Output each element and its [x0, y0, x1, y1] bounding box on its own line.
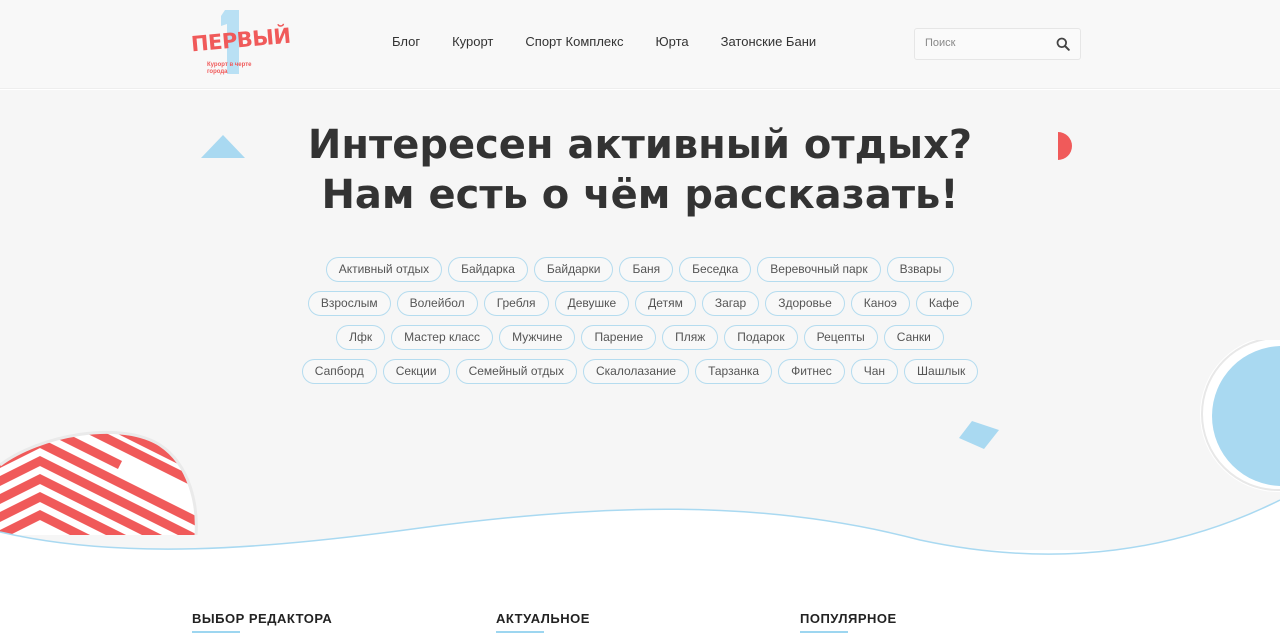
tag-item[interactable]: Сапборд [301, 359, 377, 384]
tag-item[interactable]: Каноэ [850, 291, 910, 316]
tag-item[interactable]: Тарзанка [695, 359, 773, 384]
tag-item[interactable]: Веревочный парк [757, 257, 881, 282]
tag-item[interactable]: Шашлык [904, 359, 979, 384]
tag-item[interactable]: Загар [701, 291, 760, 316]
tag-item[interactable]: Пляж [662, 325, 719, 350]
tag-item[interactable]: Лфк [336, 325, 386, 350]
tag-item[interactable]: Семейный отдых [455, 359, 577, 384]
tag-item[interactable]: Мастер класс [391, 325, 494, 350]
tag-item[interactable]: Взвары [886, 257, 955, 282]
tag-item[interactable]: Здоровье [765, 291, 845, 316]
section-title-editor-choice: ВЫБОР РЕДАКТОРА [192, 611, 333, 633]
hero-title-line-2: Нам есть о чём рассказать! [321, 172, 959, 218]
decorative-half-circle-icon [1058, 132, 1072, 160]
section-title-actual: АКТУАЛЬНОЕ [496, 611, 590, 633]
tag-item[interactable]: Санки [883, 325, 944, 350]
tag-cloud: Активный отдых Байдарка Байдарки Баня Бе… [300, 257, 980, 384]
tag-item[interactable]: Девушке [554, 291, 630, 316]
tag-item[interactable]: Подарок [724, 325, 798, 350]
main-nav: Блог Курорт Спорт Комплекс Юрта Затонски… [392, 34, 848, 49]
nav-item-blog[interactable]: Блог [392, 34, 420, 49]
logo-word: ПЕРВЫЙ [190, 23, 292, 57]
site-logo[interactable]: ПЕРВЫЙ Курорт в черте города [190, 8, 292, 80]
tag-item[interactable]: Активный отдых [325, 257, 443, 282]
tag-item[interactable]: Взрослым [307, 291, 391, 316]
nav-item-resort[interactable]: Курорт [452, 34, 493, 49]
logo-tagline: Курорт в черте города [207, 62, 252, 75]
section-title-popular: ПОПУЛЯРНОЕ [800, 611, 897, 633]
tag-item[interactable]: Парение [581, 325, 657, 350]
tag-item[interactable]: Скалолазание [582, 359, 690, 384]
decorative-triangle-icon [201, 135, 245, 158]
hero-wave-divider [0, 499, 1280, 570]
hero-title-line-1: Интересен активный отдых? [307, 122, 973, 168]
hero-title: Интересен активный отдых? Нам есть о чём… [0, 120, 1280, 220]
nav-item-zaton-baths[interactable]: Затонские Бани [721, 34, 817, 49]
tag-item[interactable]: Фитнес [778, 359, 845, 384]
tag-item[interactable]: Беседка [679, 257, 752, 282]
search-icon[interactable] [1056, 37, 1070, 51]
search-box [914, 28, 1081, 60]
tag-item[interactable]: Чан [850, 359, 899, 384]
nav-item-sport-complex[interactable]: Спорт Комплекс [525, 34, 623, 49]
tag-item[interactable]: Мужчине [499, 325, 576, 350]
tag-item[interactable]: Гребля [483, 291, 549, 316]
tag-item[interactable]: Кафе [915, 291, 973, 316]
tag-item[interactable]: Байдарки [533, 257, 614, 282]
site-header: ПЕРВЫЙ Курорт в черте города Блог Курорт… [0, 0, 1280, 89]
tag-item[interactable]: Детям [635, 291, 696, 316]
tag-item[interactable]: Рецепты [803, 325, 878, 350]
search-input[interactable] [925, 37, 1045, 49]
decorative-diamond-icon [959, 421, 999, 449]
nav-item-yurt[interactable]: Юрта [656, 34, 689, 49]
tag-item[interactable]: Баня [619, 257, 674, 282]
tag-item[interactable]: Секции [382, 359, 450, 384]
tag-item[interactable]: Байдарка [448, 257, 528, 282]
tag-item[interactable]: Волейбол [396, 291, 478, 316]
